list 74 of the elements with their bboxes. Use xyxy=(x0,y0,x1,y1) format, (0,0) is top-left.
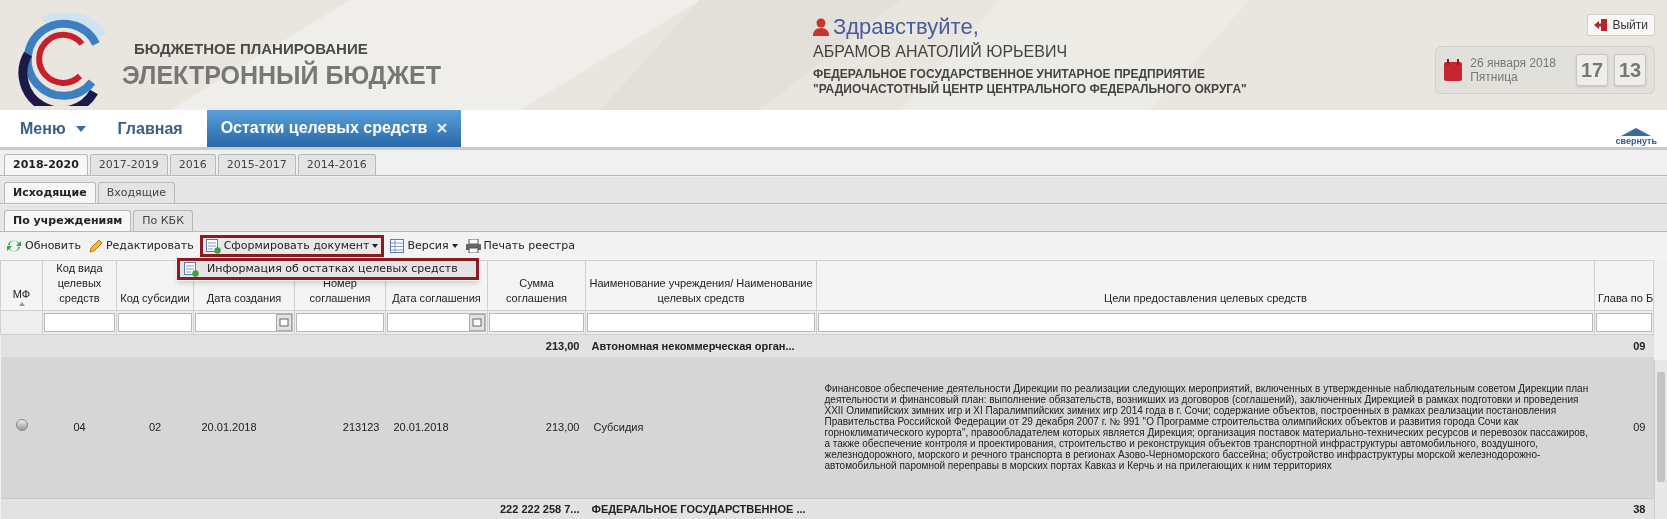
filter-field[interactable] xyxy=(587,313,815,332)
table-cell: 213123 xyxy=(294,356,386,498)
toolbar-button[interactable]: Версия xyxy=(388,235,460,257)
group-sum: 222 222 258 7... xyxy=(487,498,586,519)
menu-item[interactable]: Информация об остатках целевых средств xyxy=(177,258,479,280)
organization-name: "РАДИОЧАСТОТНЫЙ ЦЕНТР ЦЕНТРАЛЬНОГО ФЕДЕРАЛЬНОГО ОКРУГА" xyxy=(813,82,1247,97)
table-cell: Субсидия xyxy=(585,356,817,498)
table-cell: 20.01.2018 xyxy=(193,356,295,498)
logo-title: ЭЛЕКТРОННЫЙ БЮДЖЕТ xyxy=(122,60,441,91)
toolbar-button[interactable]: Печать реестра xyxy=(463,235,577,257)
column-header[interactable]: Дата создания xyxy=(194,291,294,306)
table-cell: Финансовое обеспечение деятельности Дирекции по реализации следующих мероприятий, включенных в утвержденные наблюдательным советом Дирекции план деятельности и финансовый план: выполнение обязательств, возникших из договоров (соглашений), заключенных Дирекцией в рамках подготовки и проведения XXII Олимпийских зимних игр и XI Паралимпийских зимних игр 2014 года в г. Сочи; содержание объектов, построенных в рамках реализации постановления Правительства Российской Федерации от 29 декабря 2007 г. № 991 "О Программе строительства олимпийских объектов и развития города Сочи как горноклиматического курорта", правообладателем которых является Дирекция; организация поставок материально-технических ресурсов и перевозок пассажиров, а также обеспечение контроля и проектирования, строительство и реконструкция объектов транспортной инфраструктуры автомобильного, воздушного, железнодорожного, морского и речного транспорта в регионах Азово-Черноморского бассейна; обустройство инфраструктуры морской железнодорожно-автомобильной паромной переправы в морских портах Кавказ и Керчь и на прилегающих к ним территориях xyxy=(816,356,1595,498)
group-name: Автономная некоммерческая орган... xyxy=(585,334,817,357)
toolbar-button[interactable]: Редактировать xyxy=(86,235,196,257)
tab[interactable]: Входящие xyxy=(97,182,175,203)
filter-field[interactable] xyxy=(818,313,1593,332)
table-cell: 04 xyxy=(42,356,117,498)
filter-field[interactable] xyxy=(489,313,584,332)
filter-field[interactable] xyxy=(195,313,293,332)
table-cell: 20.01.2018 xyxy=(385,356,488,498)
date-text: 26 января 2018 xyxy=(1470,56,1556,70)
clock-digits: 13 xyxy=(1614,54,1646,86)
organization-name: ФЕДЕРАЛЬНОЕ ГОСУДАРСТВЕННОЕ УНИТАРНОЕ ПРЕДПРИЯТИЕ xyxy=(813,67,1206,82)
calendar-icon xyxy=(1444,59,1465,81)
tab[interactable]: По учреждениям xyxy=(4,210,132,231)
calendar-icon[interactable] xyxy=(469,314,485,331)
filter-field[interactable] xyxy=(118,313,192,332)
caret-icon xyxy=(75,126,86,132)
group-sum: 213,00 xyxy=(487,334,586,357)
calendar-icon[interactable] xyxy=(276,314,292,331)
scrollbar-thumb[interactable] xyxy=(1657,372,1665,482)
tab[interactable]: 2018-2020 xyxy=(4,154,88,175)
group-name: ФЕДЕРАЛЬНОЕ ГОСУДАРСТВЕННОЕ ... xyxy=(585,498,817,519)
logout-button[interactable]: Выйти xyxy=(1587,14,1655,36)
nav-tab[interactable]: Остатки целевых средств xyxy=(206,109,462,147)
close-icon[interactable] xyxy=(437,123,448,133)
greeting-text: Здравствуйте, xyxy=(833,13,979,41)
logo-subtitle: БЮДЖЕТНОЕ ПЛАНИРОВАНИЕ xyxy=(134,38,368,59)
weekday-text: Пятница xyxy=(1470,70,1519,84)
tab[interactable]: 2014-2016 xyxy=(297,154,376,175)
tab[interactable]: По КБК xyxy=(133,210,193,231)
radio-button[interactable] xyxy=(15,418,28,431)
column-header[interactable]: Дата соглашения xyxy=(386,291,487,306)
filter-field[interactable] xyxy=(44,313,115,332)
tab[interactable]: 2017-2019 xyxy=(89,154,168,175)
document-add-icon xyxy=(184,261,199,277)
filter-field[interactable] xyxy=(1596,313,1652,332)
nav-tab[interactable]: Главная xyxy=(103,111,197,147)
user-name: АБРАМОВ АНАТОЛИЙ ЮРЬЕВИЧ xyxy=(813,43,1069,61)
collapse-button[interactable]: свернуть xyxy=(1615,111,1657,147)
table-cell: 213,00 xyxy=(487,356,586,498)
tab[interactable]: Исходящие xyxy=(4,182,96,203)
pencil-icon xyxy=(88,239,103,253)
scrollbar[interactable] xyxy=(1654,360,1667,519)
menu-button[interactable]: Меню xyxy=(20,111,86,147)
clock-digits: 17 xyxy=(1576,54,1608,86)
table-icon xyxy=(390,239,405,253)
printer-icon xyxy=(465,239,481,253)
document-add-icon xyxy=(205,238,221,254)
tab[interactable]: 2015-2017 xyxy=(217,154,296,175)
toolbar-button[interactable]: Сформировать документ xyxy=(199,235,385,257)
filter-field[interactable] xyxy=(387,313,486,332)
group-chapter: 09 xyxy=(1594,334,1654,357)
toolbar-button[interactable]: Обновить xyxy=(4,235,83,257)
filter-field[interactable] xyxy=(296,313,384,332)
refresh-icon xyxy=(6,239,22,253)
tab[interactable]: 2016 xyxy=(169,154,216,175)
exit-icon xyxy=(1594,19,1609,31)
table-cell: 09 xyxy=(1594,356,1654,498)
table-cell: 02 xyxy=(116,356,194,498)
group-chapter: 38 xyxy=(1594,498,1654,519)
collapse-icon xyxy=(1621,128,1652,136)
table-row[interactable] xyxy=(0,356,1654,498)
user-icon xyxy=(813,17,829,36)
